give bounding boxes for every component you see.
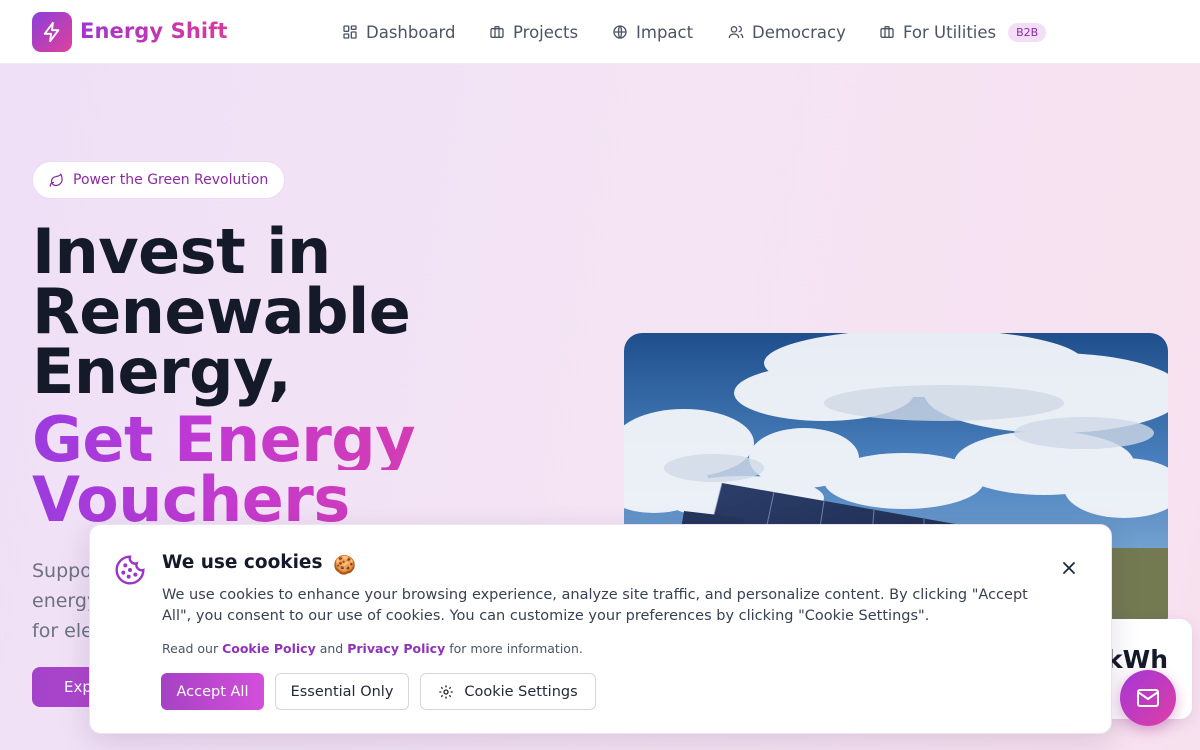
nav-dashboard[interactable]: Dashboard [342,0,456,64]
brand-name[interactable]: Energy Shift [80,19,228,43]
close-icon[interactable] [1056,555,1082,581]
hero-tag-pill: Power the Green Revolution [32,161,285,199]
headline-line-3: Energy, [32,335,292,408]
cookie-icon [115,555,145,585]
links-prefix: Read our [162,641,219,656]
nav-impact[interactable]: Impact [612,0,693,64]
accept-all-button[interactable]: Accept All [161,673,264,710]
nav-projects[interactable]: Projects [489,0,578,64]
mail-icon [1137,689,1159,707]
cookie-title-text: We use cookies [162,552,323,573]
nav-democracy[interactable]: Democracy [728,0,846,64]
dashboard-grid-icon [343,25,357,39]
globe-icon [613,25,627,39]
nav-democracy-label: Democracy [752,22,846,42]
links-and: and [319,641,344,656]
headline-accent-line-1: Get Energy [32,403,416,476]
briefcase-icon [490,26,504,38]
nav-for-utilities[interactable]: For Utilities B2B [879,0,1047,64]
gear-icon [439,684,454,699]
headline-line-1: Invest in [32,215,331,288]
links-suffix: for more information. [449,641,583,656]
essential-only-button[interactable]: Essential Only [275,673,409,710]
users-icon [728,25,744,39]
cookie-emoji-icon: 🍪 [332,555,356,576]
cookie-description: We use cookies to enhance your browsing … [162,587,1028,624]
cookie-settings-label: Cookie Settings [464,683,578,700]
headline-accent-line-2: Vouchers [32,469,415,531]
top-navbar: Energy Shift Dashboard Projects Impact D… [0,0,1200,64]
hero-headline: Invest in Renewable Energy, Get Energy V… [32,215,416,531]
b2b-badge: B2B [1008,22,1047,42]
cookie-title: We use cookies 🍪 [162,552,356,576]
leaf-icon [49,172,63,187]
nav-for-utilities-label: For Utilities [903,22,997,42]
nav-dashboard-label: Dashboard [366,22,456,42]
hero-tag-text: Power the Green Revolution [73,172,269,188]
building-icon [880,26,894,38]
cookie-settings-button[interactable]: Cookie Settings [420,673,596,710]
nav-impact-label: Impact [636,22,694,42]
contact-mail-button[interactable] [1120,670,1176,726]
headline-line-2: Renewable [32,275,411,348]
cookie-policy-links: Read our Cookie Policy and Privacy Polic… [162,641,583,656]
cookie-policy-link[interactable]: Cookie Policy [222,641,316,656]
logo-bolt-icon[interactable] [32,12,72,52]
nav-projects-label: Projects [513,22,579,42]
cookie-consent-banner: We use cookies 🍪 We use cookies to enhan… [89,524,1112,734]
privacy-policy-link[interactable]: Privacy Policy [347,641,445,656]
